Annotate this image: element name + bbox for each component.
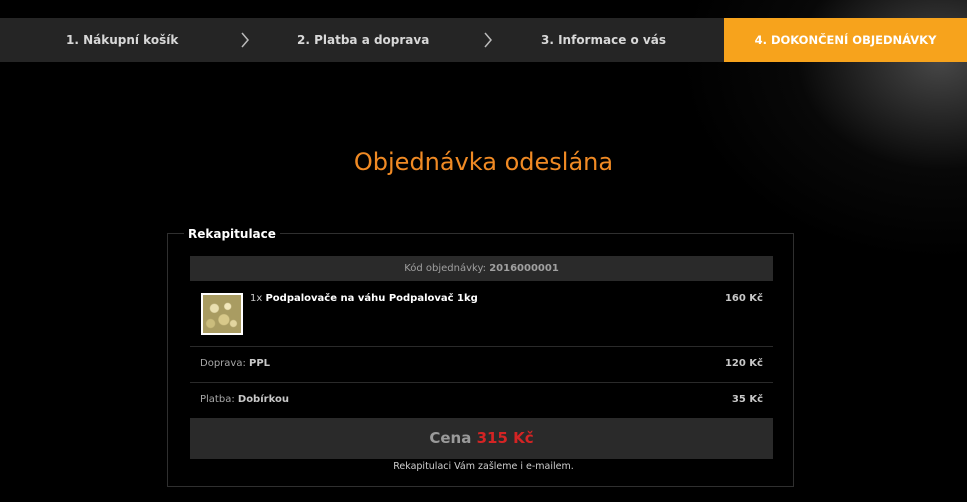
email-note: Rekapitulaci Vám zašleme i e-mailem. [393, 461, 574, 472]
shipping-label: Doprava: [200, 358, 246, 369]
divider [190, 382, 773, 383]
item-line: 1x Podpalovače na váhu Podpalovač 1kg [250, 293, 478, 304]
payment-value: Dobírkou [237, 394, 289, 405]
item-qty: 1x [250, 293, 263, 304]
total-amount: 315 Kč [476, 429, 534, 447]
item-price: 160 Kč [724, 293, 763, 304]
step-info[interactable]: 3. Informace o vás [541, 18, 666, 62]
step-cart[interactable]: 1. Nákupní košík [66, 18, 178, 62]
shipping-row: Doprava: PPL [200, 358, 270, 369]
page-title: Objednávka odeslána [353, 148, 614, 176]
product-thumbnail[interactable] [201, 293, 243, 335]
payment-row: Platba: Dobírkou [200, 394, 289, 405]
recap-title: Rekapitulace [184, 227, 280, 241]
divider [190, 346, 773, 347]
order-code-bar: Kód objednávky: 2016000001 [190, 256, 773, 281]
checkout-steps: 1. Nákupní košík 2. Platba a doprava 3. … [0, 18, 967, 62]
total-label: Cena [429, 429, 472, 447]
order-code: 2016000001 [489, 263, 559, 274]
payment-price: 35 Kč [731, 394, 763, 405]
total-bar: Cena 315 Kč [190, 418, 773, 459]
shipping-value: PPL [249, 358, 271, 369]
order-code-label: Kód objednávky: [404, 263, 487, 274]
shipping-price: 120 Kč [724, 358, 763, 369]
step-finish-active: 4. DOKONČENÍ OBJEDNÁVKY [724, 18, 967, 62]
step-payment-shipping[interactable]: 2. Platba a doprava [297, 18, 429, 62]
chevron-right-icon [241, 32, 249, 48]
item-name: Podpalovače na váhu Podpalovač 1kg [265, 293, 478, 304]
product-image [203, 295, 241, 333]
chevron-right-icon [484, 32, 492, 48]
payment-label: Platba: [200, 394, 235, 405]
